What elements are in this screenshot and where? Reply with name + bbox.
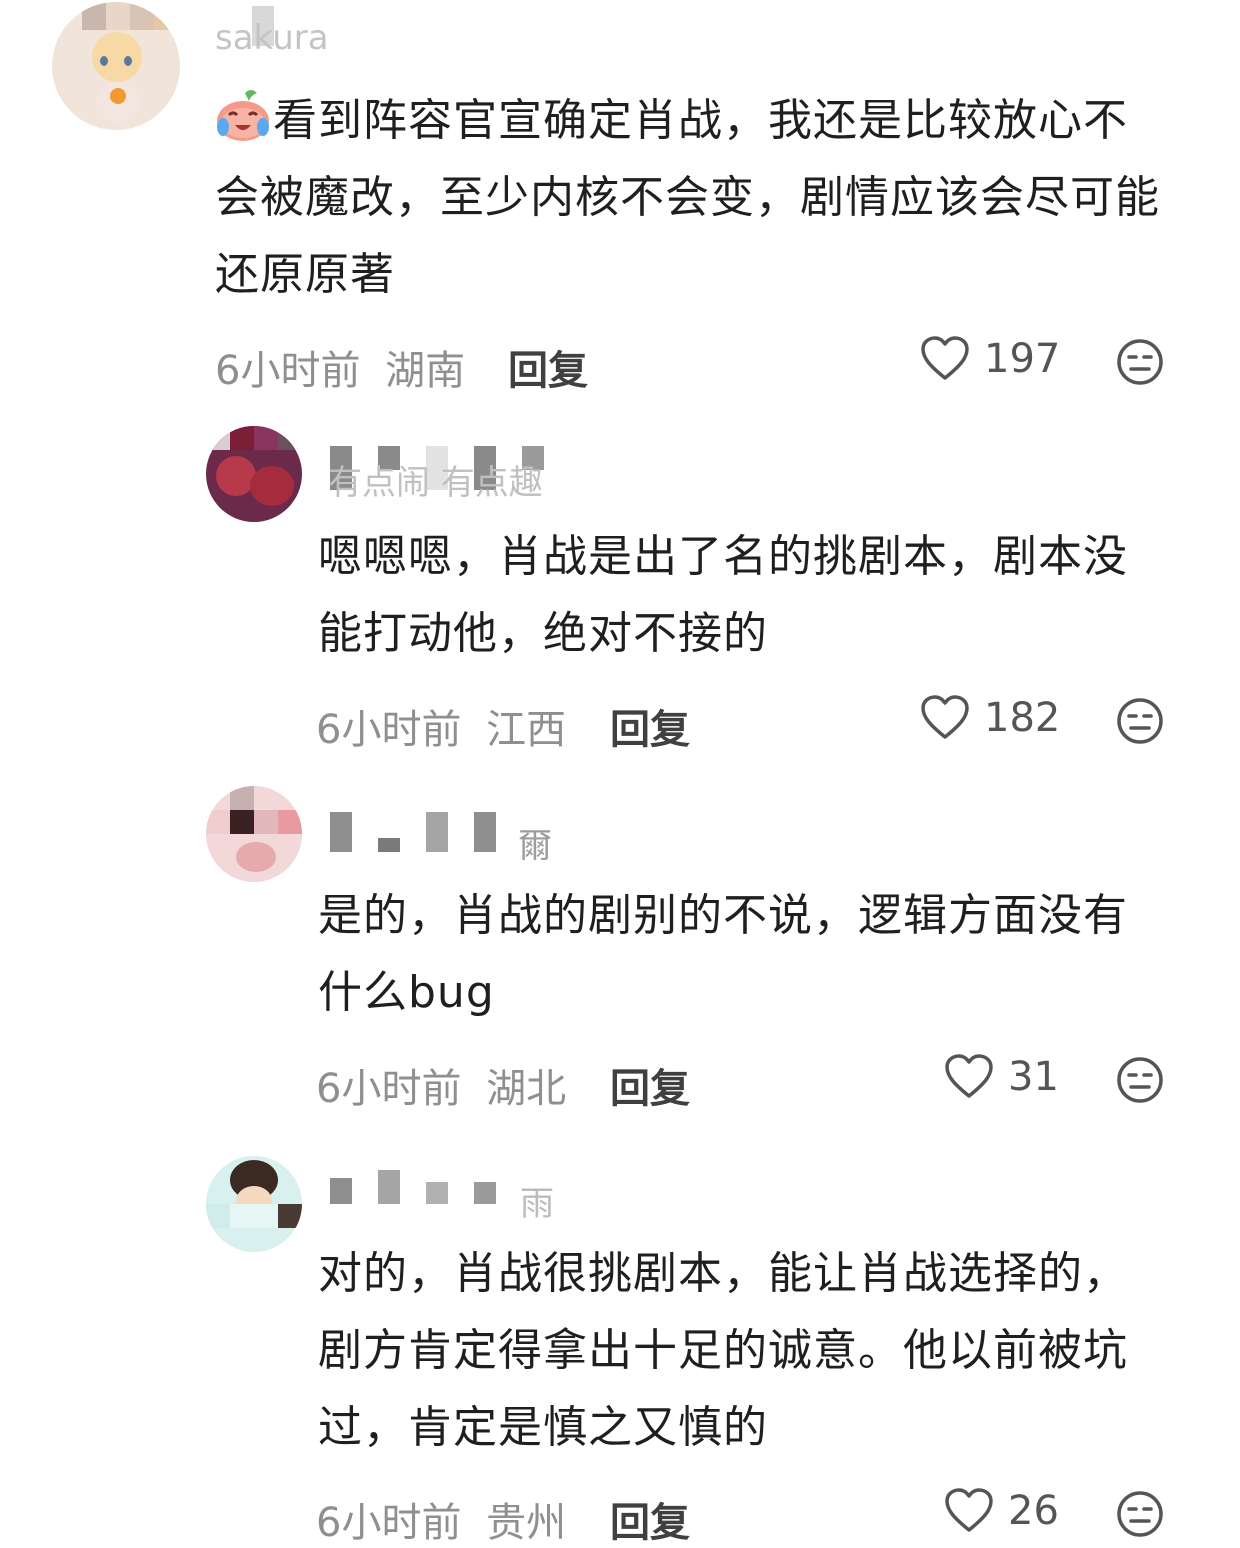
like-count: 26 (1008, 1488, 1059, 1534)
username[interactable]: sakura (215, 18, 329, 58)
reply-button[interactable]: 回复 (508, 338, 588, 396)
avatar[interactable] (206, 786, 302, 882)
username-mask (474, 1182, 496, 1204)
username[interactable]: 雨 (520, 1176, 554, 1225)
username-mask (426, 1182, 448, 1204)
username-mask (426, 812, 448, 852)
username-mask (378, 1170, 400, 1204)
heart-icon (921, 695, 969, 739)
comment-location: 江西 (486, 707, 567, 753)
comment-time: 6小时前 (316, 707, 462, 753)
like-button[interactable]: 197 (920, 336, 1060, 382)
username[interactable]: 爾 (518, 818, 552, 867)
username[interactable]: 有点闹 有点趣 (328, 455, 543, 504)
username-mask (474, 812, 496, 852)
heart-icon (945, 1488, 993, 1532)
avatar[interactable] (206, 426, 302, 522)
dislike-face-icon[interactable] (1116, 1490, 1164, 1538)
comment-meta: 6小时前 湖北 (316, 1056, 566, 1114)
like-count: 182 (984, 695, 1061, 741)
comment-location: 湖北 (486, 1066, 567, 1112)
comment-time: 6小时前 (316, 1500, 462, 1546)
comment-text: 嗯嗯嗯，肖战是出了名的挑剧本，剧本没能打动他，绝对不接的 (318, 531, 1128, 659)
like-button[interactable]: 26 (944, 1488, 1059, 1534)
heart-icon (945, 1054, 993, 1098)
like-count: 31 (1008, 1054, 1059, 1100)
dislike-face-icon[interactable] (1116, 1056, 1164, 1104)
heart-icon (921, 336, 969, 380)
comment-text: 是的，肖战的剧别的不说，逻辑方面没有什么bug (318, 890, 1128, 1018)
comment-text: 对的，肖战很挑剧本，能让肖战选择的，剧方肯定得拿出十足的诚意。他以前被坑过，肯定… (318, 1248, 1128, 1453)
username-mask (330, 812, 352, 852)
avatar[interactable] (206, 1156, 302, 1252)
like-button[interactable]: 31 (944, 1054, 1059, 1100)
reply-button[interactable]: 回复 (610, 1056, 690, 1114)
reply-button[interactable]: 回复 (610, 1490, 690, 1548)
comment-meta: 6小时前 江西 (316, 697, 566, 755)
reply-button[interactable]: 回复 (610, 697, 690, 755)
comment-location: 贵州 (486, 1500, 567, 1546)
comment-meta: 6小时前 贵州 (316, 1490, 566, 1548)
comment-time: 6小时前 (215, 348, 361, 394)
dislike-face-icon[interactable] (1116, 338, 1164, 386)
comment-meta: 6小时前 湖南 (215, 338, 465, 396)
username-mask (378, 838, 400, 852)
comment-location: 湖南 (385, 348, 466, 394)
comment-text: 看到阵容官宣确定肖战，我还是比较放心不会被魔改，至少内核不会变，剧情应该会尽可能… (215, 82, 1165, 313)
avatar[interactable] (52, 2, 180, 130)
dislike-face-icon[interactable] (1116, 697, 1164, 745)
like-button[interactable]: 182 (920, 695, 1060, 741)
comment-time: 6小时前 (316, 1066, 462, 1112)
crying-laughing-emoji (217, 90, 269, 141)
username-mask (330, 1178, 352, 1204)
like-count: 197 (984, 336, 1061, 382)
